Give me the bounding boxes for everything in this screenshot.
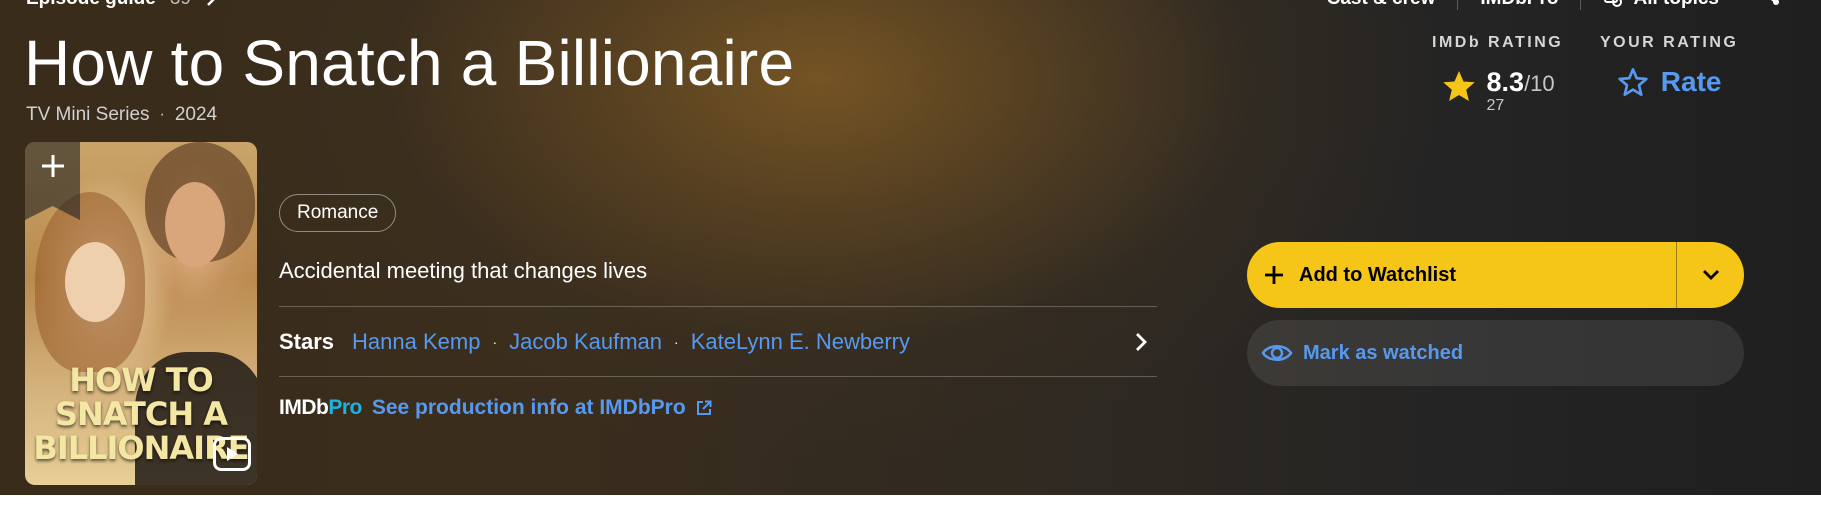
star-link[interactable]: Jacob Kaufman (509, 329, 662, 355)
watchlist-ribbon[interactable] (25, 142, 80, 220)
plot-summary: Accidental meeting that changes lives (279, 258, 648, 283)
all-topics-link[interactable]: All topics (1581, 0, 1741, 10)
divider (279, 306, 1157, 307)
episode-count: 39 (170, 0, 191, 10)
star-link[interactable]: KateLynn E. Newberry (691, 329, 910, 355)
release-year[interactable]: 2024 (175, 104, 217, 126)
plus-icon (1265, 266, 1283, 284)
your-rating-label: YOUR RATING (1600, 34, 1739, 51)
your-rating-block: YOUR RATING Rate (1600, 34, 1738, 98)
mark-as-watched-button[interactable]: Mark as watched (1247, 320, 1744, 386)
chevron-down-icon (1702, 270, 1719, 280)
divider (279, 376, 1157, 377)
chevron-right-icon[interactable] (1131, 332, 1151, 352)
page-edge (0, 495, 1821, 505)
add-to-watchlist-button: Add to Watchlist (1247, 242, 1744, 308)
star-link[interactable]: Hanna Kemp (352, 329, 480, 355)
poster-figure (165, 182, 225, 267)
imdbpro-logo: IMDbPro (279, 396, 362, 420)
rate-label: Rate (1660, 66, 1722, 97)
stars-credit-row: Stars Hanna Kemp · Jacob Kaufman · KateL… (279, 326, 1157, 358)
play-icon (227, 447, 238, 461)
add-to-watchlist-label: Add to Watchlist (1299, 263, 1457, 286)
external-link-icon (696, 400, 712, 415)
cast-crew-link[interactable]: Cast & crew (1305, 0, 1459, 10)
imdbpro-logo-pro: Pro (328, 396, 362, 419)
poster-image[interactable]: HOW TO SNATCH A BILLIONAIRE (25, 142, 257, 485)
page-title: How to Snatch a Billionaire (24, 27, 795, 99)
star-separator: · (492, 334, 498, 350)
all-topics-label: All topics (1633, 0, 1719, 10)
imdbpro-link[interactable]: See production info at IMDbPro (372, 396, 686, 420)
top-nav: Episode guide 39 Cast & crew IMDbPro All… (0, 0, 1821, 14)
watchlist-dropdown-button[interactable] (1677, 242, 1744, 308)
genre-chip[interactable]: Romance (279, 194, 397, 232)
stars-label[interactable]: Stars (279, 329, 334, 355)
imdbpro-logo-imdb: IMDb (279, 396, 329, 419)
imdbpro-row[interactable]: IMDbPro See production info at IMDbPro (279, 396, 712, 420)
search-icon (1604, 0, 1623, 7)
star-separator: · (674, 334, 679, 350)
episode-guide-label: Episode guide (26, 0, 156, 10)
imdb-rating-score: 8.3 (1486, 67, 1525, 97)
mark-as-watched-label: Mark as watched (1303, 341, 1464, 364)
poster-figure (65, 242, 125, 322)
play-trailer-button[interactable] (213, 437, 251, 471)
episode-guide-link[interactable]: Episode guide 39 (26, 0, 217, 10)
share-icon[interactable] (1761, 0, 1781, 6)
plus-icon (41, 155, 64, 177)
meta-separator: · (159, 106, 165, 123)
imdb-rating-block[interactable]: IMDb RATING 8.3/10 27 (1432, 34, 1563, 115)
rate-button[interactable]: Rate (1600, 66, 1738, 98)
eye-icon (1261, 345, 1293, 361)
imdb-rating-label: IMDb RATING (1432, 34, 1564, 51)
title-type: TV Mini Series (26, 104, 150, 125)
imdb-rating-count: 27 (1486, 97, 1505, 114)
star-outline-icon (1618, 68, 1648, 96)
imdbpro-nav-link[interactable]: IMDbPro (1458, 0, 1582, 10)
add-to-watchlist-main[interactable]: Add to Watchlist (1247, 242, 1676, 308)
chevron-right-icon (207, 0, 215, 6)
title-metadata: TV Mini Series · 2024 (26, 104, 217, 126)
star-icon (1442, 71, 1475, 101)
imdb-rating-scale: /10 (1524, 71, 1555, 96)
